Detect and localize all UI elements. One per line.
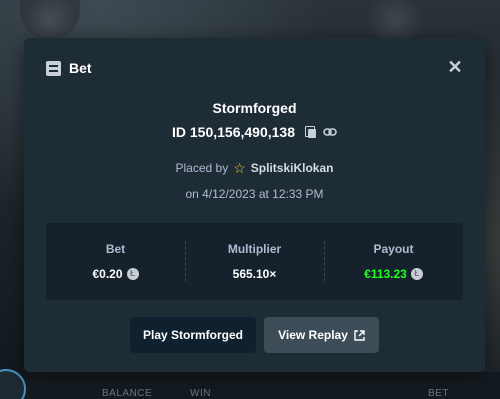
payout-stat: Payout €113.23 Ł xyxy=(324,223,463,300)
bet-date: on 4/12/2023 at 12:33 PM xyxy=(185,187,324,201)
payout-label: Payout xyxy=(373,242,414,256)
placed-by-label: Placed by xyxy=(175,161,229,175)
link-icon[interactable] xyxy=(323,126,337,138)
multiplier-stat: Multiplier 565.10× xyxy=(185,223,324,300)
view-replay-button[interactable]: View Replay xyxy=(264,317,379,353)
payout-text: €113.23 xyxy=(364,267,407,281)
view-replay-label: View Replay xyxy=(278,328,348,342)
multiplier-value: 565.10× xyxy=(232,267,277,281)
balance-label: BALANCE xyxy=(102,388,153,399)
play-game-button[interactable]: Play Stormforged xyxy=(130,317,256,353)
game-name: Stormforged xyxy=(212,100,297,116)
bet-amount-text: €0.20 xyxy=(92,267,123,281)
modal-header: Bet xyxy=(46,59,92,77)
user-name-link[interactable]: SplitskiKlokan xyxy=(251,161,334,175)
bet-amount-stat: Bet €0.20 Ł xyxy=(46,223,185,300)
play-game-label: Play Stormforged xyxy=(142,328,244,342)
placed-by-row: Placed by ☆ SplitskiKlokan xyxy=(24,161,485,175)
star-icon: ☆ xyxy=(233,160,246,176)
modal-title: Bet xyxy=(69,60,92,76)
multiplier-label: Multiplier xyxy=(227,242,282,256)
payout-value: €113.23 Ł xyxy=(364,267,423,281)
litecoin-icon: Ł xyxy=(410,268,423,280)
bet-amount-value: €0.20 Ł xyxy=(92,267,139,281)
copy-icon[interactable] xyxy=(305,126,317,138)
bet-details-modal: Bet ✕ Stormforged ID 150,156,490,138 Pla… xyxy=(24,38,485,372)
litecoin-icon: Ł xyxy=(126,268,139,280)
close-icon[interactable]: ✕ xyxy=(445,57,465,77)
bet-label: BET xyxy=(428,388,449,399)
bet-list-icon xyxy=(46,60,61,76)
bet-id: ID 150,156,490,138 xyxy=(172,124,295,140)
bet-id-row: ID 150,156,490,138 xyxy=(24,124,485,140)
win-label: WIN xyxy=(190,388,211,399)
bet-amount-label: Bet xyxy=(105,242,126,256)
external-link-icon xyxy=(354,329,365,341)
bet-stats: Bet €0.20 Ł Multiplier 565.10× Payout €1… xyxy=(46,223,463,300)
game-bottom-bar: BALANCE WIN BET xyxy=(0,372,500,399)
